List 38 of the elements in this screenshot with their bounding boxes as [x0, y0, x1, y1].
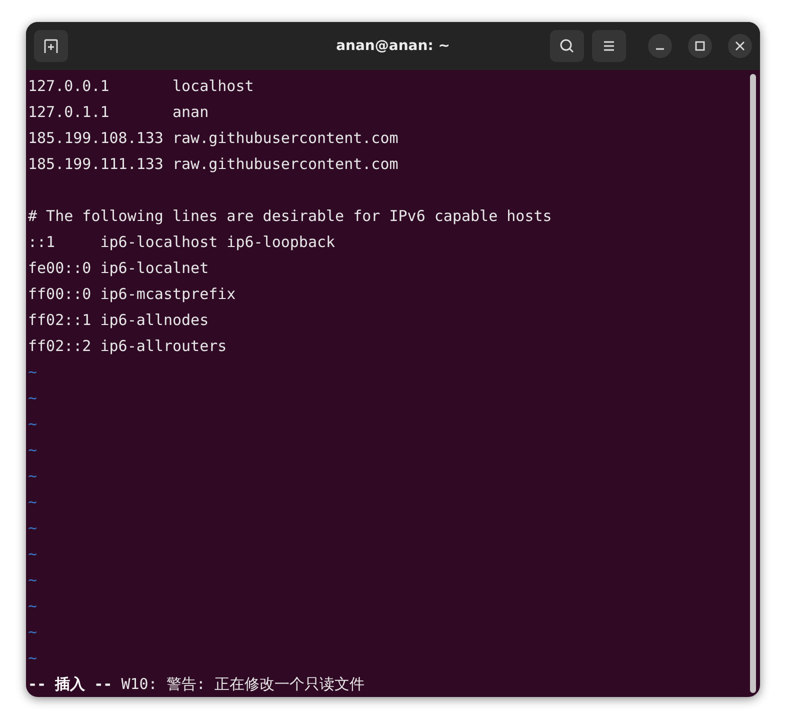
empty-line-tilde: ~ — [28, 571, 38, 589]
empty-line-tilde: ~ — [28, 649, 38, 667]
search-button[interactable] — [550, 30, 584, 62]
mode-indicator: -- 插入 -- — [28, 674, 112, 695]
minimize-button[interactable] — [648, 34, 672, 58]
empty-line-tilde: ~ — [28, 545, 38, 563]
maximize-button[interactable] — [688, 34, 712, 58]
empty-line-tilde: ~ — [28, 519, 38, 537]
close-button[interactable] — [728, 34, 752, 58]
text-line: ff02::1 ip6-allnodes — [28, 311, 209, 329]
text-line: ff00::0 ip6-mcastprefix — [28, 285, 236, 303]
empty-line-tilde: ~ — [28, 597, 38, 615]
empty-line-tilde: ~ — [28, 441, 38, 459]
window-title: anan@anan: ~ — [336, 38, 450, 54]
minimize-icon — [656, 48, 664, 50]
text-line: # The following lines are desirable for IPv6 capable hosts — [28, 207, 552, 225]
new-tab-button[interactable] — [34, 30, 68, 62]
menu-button[interactable] — [592, 30, 626, 62]
text-line: ff02::2 ip6-allrouters — [28, 337, 227, 355]
text-line: fe00::0 ip6-localnet — [28, 259, 209, 277]
warning-message: W10: 警告: 正在修改一个只读文件 — [121, 674, 364, 695]
menu-icon — [602, 40, 616, 52]
empty-line-tilde: ~ — [28, 363, 38, 381]
text-line: 127.0.0.1 localhost — [28, 77, 254, 95]
empty-line-tilde: ~ — [28, 493, 38, 511]
scrollbar[interactable] — [750, 74, 756, 693]
empty-line-tilde: ~ — [28, 415, 38, 433]
empty-line-tilde: ~ — [28, 389, 38, 407]
close-icon — [735, 41, 745, 51]
search-icon — [559, 38, 575, 54]
text-line: ::1 ip6-localhost ip6-loopback — [28, 233, 336, 251]
text-line: 185.199.111.133 raw.githubusercontent.com — [28, 155, 398, 173]
empty-line-tilde: ~ — [28, 467, 38, 485]
maximize-icon — [695, 41, 705, 51]
text-line: 127.0.1.1 anan — [28, 103, 209, 121]
new-tab-icon — [43, 38, 59, 54]
empty-line-tilde: ~ — [28, 623, 38, 641]
text-line: 185.199.108.133 raw.githubusercontent.com — [28, 129, 398, 147]
